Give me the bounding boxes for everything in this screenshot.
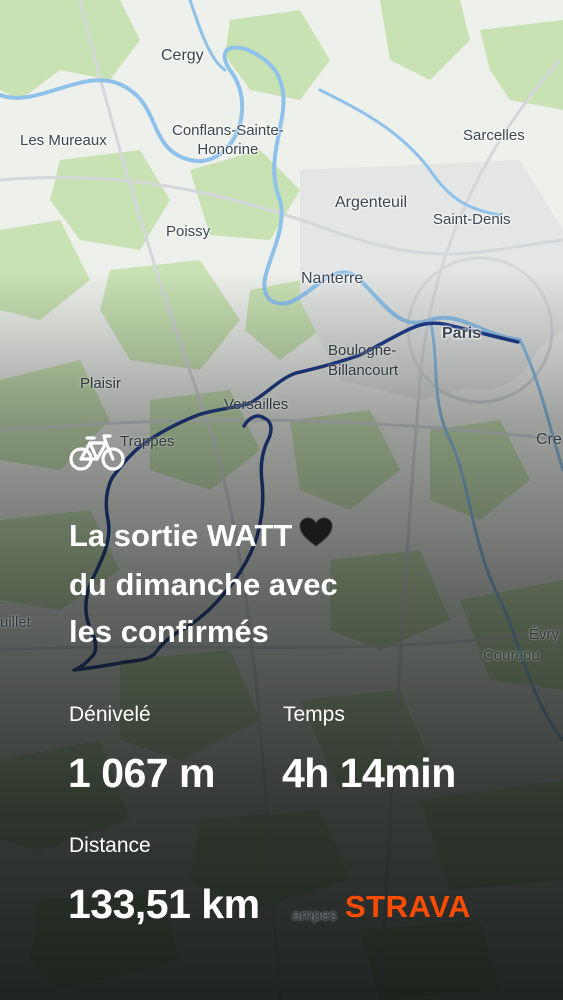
place-label-boulogne: Boulogne- Billancourt	[328, 342, 399, 379]
place-label-cergy: Cergy	[161, 47, 204, 64]
time-label: Temps	[283, 703, 345, 726]
place-label-plaisir: Plaisir	[80, 375, 121, 392]
title-line-1: La sortie WATT	[69, 512, 509, 561]
elevation-value: 1 067 m	[68, 750, 215, 796]
place-label-poissy: Poissy	[166, 223, 211, 240]
strava-share-card: Cergy Les Mureaux Conflans-Sainte- Honor…	[0, 0, 563, 1000]
place-label-nanterre: Nanterre	[301, 270, 364, 287]
title-line-3: les confirmés	[69, 614, 269, 649]
place-label-creteil: Cre	[536, 431, 562, 448]
title-line-2: du dimanche avec	[69, 567, 338, 602]
bicycle-icon	[68, 432, 126, 472]
activity-title: La sortie WATT du dimanche avec les conf…	[69, 512, 509, 655]
place-label-left-partial: uillet	[0, 614, 31, 631]
strava-logo: STRAVA	[345, 889, 471, 924]
place-label-trappes: Trappes	[120, 433, 175, 450]
place-label-etampes: ampes	[292, 907, 338, 924]
place-label-evry: Évry	[529, 626, 559, 643]
place-label-sarcelles: Sarcelles	[463, 127, 525, 144]
place-label-saint-denis: Saint-Denis	[433, 211, 511, 228]
place-label-conflans: Conflans-Sainte- Honorine	[172, 122, 284, 158]
place-label-paris: Paris	[442, 325, 482, 342]
place-label-argenteuil: Argenteuil	[335, 194, 408, 211]
black-heart-icon	[298, 514, 334, 561]
place-label-versailles: Versailles	[224, 396, 289, 413]
distance-label: Distance	[69, 834, 151, 857]
time-value: 4h 14min	[282, 750, 456, 796]
distance-value: 133,51 km	[68, 881, 260, 927]
elevation-label: Dénivelé	[69, 703, 151, 726]
place-label-les-mureaux: Les Mureaux	[20, 132, 107, 149]
